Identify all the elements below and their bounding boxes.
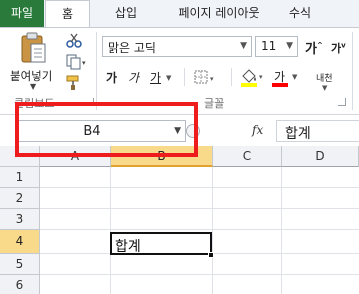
formula-bar: B4 ▼ fx 합계: [0, 115, 359, 146]
ribbon-tab-row: 파일 홈 삽입 페이지 레이아웃 수식: [0, 0, 359, 28]
format-painter-icon[interactable]: [66, 75, 82, 91]
grid-line: [281, 167, 282, 294]
tab-home[interactable]: 홈: [45, 0, 90, 28]
clipboard-dialog-launcher-icon[interactable]: [86, 98, 94, 106]
increase-font-size-icon[interactable]: 가^: [305, 38, 323, 57]
chevron-down-icon[interactable]: ▼: [166, 74, 171, 82]
column-header-c[interactable]: C: [213, 146, 282, 167]
insert-function-icon[interactable]: fx: [252, 123, 263, 137]
chevron-down-icon[interactable]: ▼: [322, 84, 327, 92]
grid-line: [212, 167, 213, 294]
svg-text:▾: ▾: [82, 59, 86, 67]
row-header-2[interactable]: 2: [0, 188, 40, 209]
group-divider: [184, 68, 185, 86]
row-header-4[interactable]: 4: [0, 230, 40, 254]
paste-icon: [21, 32, 46, 63]
formula-input[interactable]: 합계: [276, 120, 359, 142]
font-name-value: 맑은 고딕: [108, 41, 156, 55]
svg-text:▾: ▾: [210, 75, 214, 83]
grid-line: [40, 229, 359, 230]
group-divider: [231, 68, 232, 86]
font-size-value: 11: [261, 39, 277, 53]
chevron-down-icon: ▼: [286, 41, 293, 51]
grid-line: [40, 208, 359, 209]
grid-line: [110, 167, 111, 294]
row-header-6[interactable]: 6: [0, 275, 40, 294]
row-header-3[interactable]: 3: [0, 209, 40, 230]
name-box[interactable]: B4 ▼: [16, 120, 186, 142]
tab-page-layout[interactable]: 페이지 레이아웃: [164, 0, 274, 27]
font-color-bar: [272, 83, 288, 87]
name-box-resize-handle[interactable]: [186, 124, 200, 138]
font-dialog-launcher-icon[interactable]: [338, 98, 346, 106]
bold-button[interactable]: 가: [106, 69, 117, 86]
chevron-down-icon: ▼: [292, 73, 298, 81]
group-divider: [96, 32, 97, 110]
font-color-button[interactable]: 가 ▼: [272, 68, 302, 88]
cut-icon[interactable]: [66, 32, 82, 48]
grid-line: [40, 274, 359, 275]
ribbon: 붙여넣기 ▼ ▾ 클립보드 맑은 고딕 ▼ 11 ▼ 가^ 가v 가 가 가 ▼…: [0, 27, 359, 115]
active-cell-b4[interactable]: 합계: [110, 232, 212, 255]
phonetic-guide-button[interactable]: 내천: [316, 71, 333, 84]
grid-line: [40, 187, 359, 188]
font-group-label: 글꼴: [204, 97, 225, 110]
copy-icon[interactable]: ▾: [66, 54, 88, 70]
borders-icon[interactable]: ▾: [194, 70, 218, 84]
row-header-5[interactable]: 5: [0, 254, 40, 275]
group-divider: [352, 32, 353, 110]
font-size-combo[interactable]: 11 ▼: [255, 36, 298, 57]
column-header-a[interactable]: A: [40, 146, 111, 167]
tab-formulas[interactable]: 수식: [280, 0, 320, 27]
fill-handle[interactable]: [208, 252, 214, 258]
column-header-b[interactable]: B: [111, 146, 213, 167]
paste-button[interactable]: 붙여넣기 ▼: [6, 30, 62, 91]
select-all-corner[interactable]: [0, 146, 40, 167]
worksheet-grid: A B C D 1 2 3 4 5 6 합계: [0, 146, 359, 294]
fill-color-icon[interactable]: ▾: [240, 68, 266, 88]
active-cell-value: 합계: [115, 239, 141, 255]
underline-button[interactable]: 가: [150, 69, 161, 86]
name-box-value: B4: [83, 124, 101, 139]
svg-text:▾: ▾: [259, 73, 263, 81]
formula-input-value: 합계: [285, 126, 311, 142]
row-header-1[interactable]: 1: [0, 167, 40, 188]
chevron-down-icon[interactable]: ▼: [174, 126, 181, 136]
column-header-d[interactable]: D: [282, 146, 359, 167]
tab-file[interactable]: 파일: [0, 0, 44, 27]
chevron-down-icon: ▼: [240, 41, 247, 51]
italic-button[interactable]: 가: [128, 69, 139, 86]
chevron-down-icon: ▼: [30, 82, 37, 91]
tab-insert[interactable]: 삽입: [104, 0, 148, 27]
decrease-font-size-icon[interactable]: 가v: [331, 40, 346, 56]
font-name-combo[interactable]: 맑은 고딕 ▼: [102, 36, 252, 57]
clipboard-group-label: 클립보드: [14, 97, 55, 110]
